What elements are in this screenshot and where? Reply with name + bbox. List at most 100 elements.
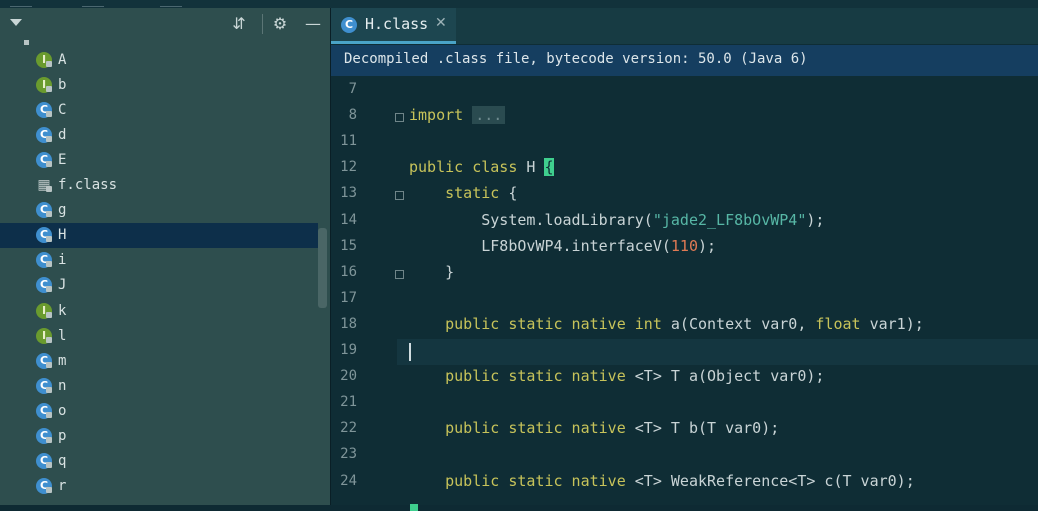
tree-item-label: m bbox=[58, 352, 67, 369]
code-line: public static native <T> T a(Object var0… bbox=[409, 367, 824, 385]
lock-icon bbox=[46, 411, 52, 418]
tree-item-l[interactable]: Il bbox=[0, 324, 318, 349]
tree-item-k[interactable]: Ik bbox=[0, 299, 318, 324]
close-icon[interactable]: ✕ bbox=[435, 15, 447, 31]
fold-marker-icon[interactable] bbox=[395, 269, 404, 279]
code-token: static bbox=[445, 184, 500, 203]
code-token: 110 bbox=[670, 236, 698, 255]
code-token: { bbox=[544, 158, 554, 177]
code-token: <T> T b(T var0); bbox=[625, 419, 780, 438]
tree-item-label: C bbox=[58, 102, 67, 119]
tree-item-o[interactable]: Co bbox=[0, 399, 318, 424]
code-line: public class H { bbox=[409, 158, 554, 177]
code-line: static { bbox=[409, 184, 517, 202]
line-number: 23 bbox=[340, 446, 357, 463]
fold-marker-icon[interactable] bbox=[395, 191, 404, 201]
lock-icon bbox=[46, 61, 52, 67]
lock-icon bbox=[46, 136, 52, 143]
code-token: public class bbox=[409, 158, 518, 177]
class-icon: C bbox=[341, 17, 357, 33]
code-token: public static native int bbox=[445, 314, 662, 333]
editor-tab-bar: C H.class ✕ bbox=[331, 8, 1038, 44]
tree-item-d[interactable]: Cd bbox=[0, 123, 318, 148]
code-token: import bbox=[409, 106, 464, 125]
tree-item-g[interactable]: Cg bbox=[0, 198, 318, 223]
fold-marker-icon[interactable] bbox=[395, 113, 404, 123]
text-caret bbox=[409, 343, 411, 361]
code-token: float bbox=[815, 314, 861, 333]
banner-text: Decompiled .class file, bytecode version… bbox=[344, 51, 808, 67]
lock-icon bbox=[46, 161, 52, 168]
line-number: 11 bbox=[340, 133, 357, 150]
lock-icon bbox=[46, 236, 52, 243]
tab-label: H.class bbox=[365, 15, 429, 33]
code-line: public static native int a(Context var0,… bbox=[409, 315, 924, 333]
tree-item-r[interactable]: Cr bbox=[0, 474, 318, 499]
tree-item-m[interactable]: Cm bbox=[0, 349, 318, 374]
tree-scrollbar[interactable] bbox=[318, 228, 327, 308]
lock-icon bbox=[46, 186, 52, 193]
tree-item-e[interactable]: CE bbox=[0, 148, 318, 173]
tree-item-i[interactable]: Ci bbox=[0, 248, 318, 273]
tree-item-label: p bbox=[58, 427, 67, 444]
line-number: 22 bbox=[340, 420, 357, 437]
tree-item-p[interactable]: Cp bbox=[0, 424, 318, 449]
code-editor[interactable]: 7 8 import ... 11 12 public class H {13 stati… bbox=[331, 76, 1038, 511]
lock-icon bbox=[46, 286, 52, 293]
tree-item-label: H bbox=[58, 227, 67, 244]
tree-item-c[interactable]: CC bbox=[0, 98, 318, 123]
lock-icon bbox=[46, 86, 52, 93]
code-token: <T> WeakReference<T> c(T var0); bbox=[625, 471, 915, 490]
tree-item-q[interactable]: Cq bbox=[0, 449, 318, 474]
code-line: public static native <T> WeakReference<T… bbox=[409, 472, 915, 490]
tree-item-label: n bbox=[58, 377, 67, 394]
code-token: <T> T a(Object var0); bbox=[625, 367, 825, 386]
line-number: 24 bbox=[340, 472, 357, 489]
lock-icon bbox=[46, 211, 52, 218]
collapse-all-icon[interactable]: ⇵ bbox=[229, 14, 249, 34]
lock-icon bbox=[46, 486, 52, 493]
line-number: 20 bbox=[340, 368, 357, 385]
code-token: public static native bbox=[445, 471, 626, 490]
line-number: 13 bbox=[340, 185, 357, 202]
lock-icon bbox=[46, 461, 52, 468]
code-token: { bbox=[499, 184, 518, 203]
code-token: ); bbox=[698, 236, 717, 255]
code-line: LF8bOvWP4.interfaceV(110); bbox=[409, 237, 716, 255]
tree-item-n[interactable]: Cn bbox=[0, 374, 318, 399]
tree-item-label: o bbox=[58, 402, 67, 419]
folded-imports-placeholder[interactable]: ... bbox=[472, 106, 506, 125]
code-token: System.loadLibrary( bbox=[409, 210, 653, 229]
breadcrumb-strip bbox=[0, 0, 1038, 8]
toolbar-divider bbox=[262, 14, 263, 34]
line-number: 7 bbox=[348, 81, 357, 97]
lock-icon bbox=[46, 386, 52, 393]
breadcrumb-fragment bbox=[160, 0, 182, 7]
code-token: var1); bbox=[860, 314, 924, 333]
tree-item-label: b bbox=[58, 77, 67, 94]
tree-item-a[interactable]: IA bbox=[0, 48, 318, 73]
code-line: public static native <T> T b(T var0); bbox=[409, 419, 779, 437]
tree-item-j[interactable]: CJ bbox=[0, 273, 318, 298]
tree-item-label: l bbox=[58, 327, 67, 344]
lock-icon bbox=[46, 436, 52, 443]
tree-item-h[interactable]: CH bbox=[0, 223, 318, 249]
code-token: "jade2_LF8bOvWP4" bbox=[652, 210, 807, 229]
lock-icon bbox=[46, 361, 52, 368]
chevron-down-icon[interactable] bbox=[10, 19, 22, 26]
code-token: } bbox=[409, 262, 455, 281]
line-number: 12 bbox=[340, 159, 357, 176]
tree-item-f-class[interactable]: ▦ f.class bbox=[0, 173, 318, 198]
breadcrumb-fragment bbox=[82, 0, 104, 7]
tab-h-class[interactable]: C H.class ✕ bbox=[331, 8, 456, 44]
tree-item-b[interactable]: Ib bbox=[0, 73, 318, 98]
minimize-icon[interactable]: — bbox=[303, 14, 323, 34]
code-line: System.loadLibrary("jade2_LF8bOvWP4"); bbox=[409, 211, 824, 229]
gear-icon[interactable]: ⚙ bbox=[270, 14, 290, 34]
line-number: 21 bbox=[340, 394, 357, 411]
